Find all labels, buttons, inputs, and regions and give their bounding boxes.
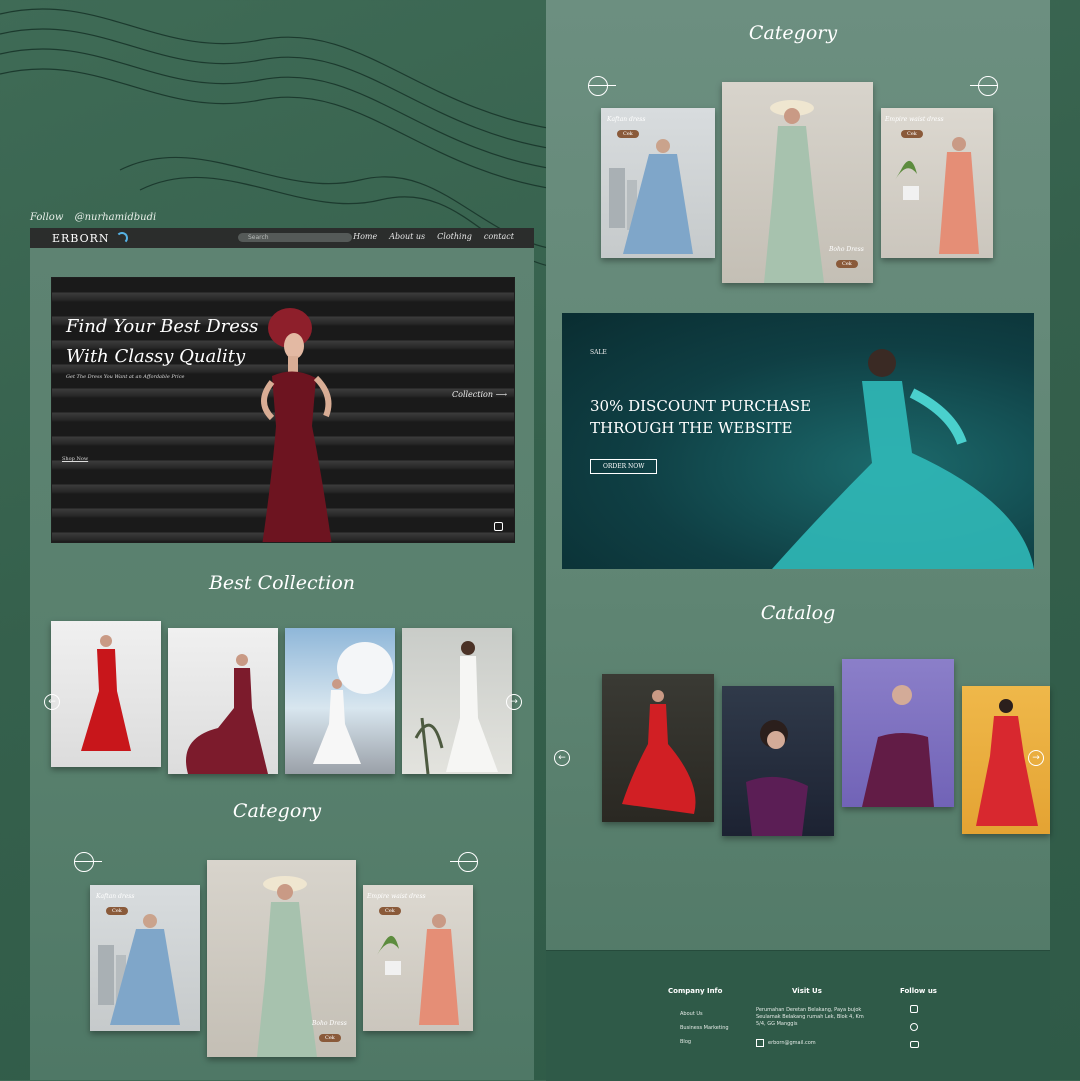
collection-card-2[interactable] xyxy=(168,628,278,774)
category-next-button-left[interactable] xyxy=(450,852,478,872)
footer-visit-us-title: Visit Us xyxy=(792,987,822,995)
left-page-mockup: ERBORN Search Home About us Clothing con… xyxy=(30,228,534,1080)
category-label: Boho Dress xyxy=(829,246,864,253)
category-next-button-right[interactable] xyxy=(970,76,998,96)
nav-link-about[interactable]: About us xyxy=(389,232,425,241)
cek-button[interactable]: Cek xyxy=(319,1034,341,1042)
discount-banner: SALE 30% DISCOUNT PURCHASE THROUGH THE W… xyxy=(562,313,1034,569)
cek-button[interactable]: Cek xyxy=(836,260,858,268)
cek-button[interactable]: Cek xyxy=(106,907,128,915)
footer: Company Info About Us Business Marketing… xyxy=(546,950,1050,1081)
white-gown-image xyxy=(313,642,393,764)
follow-handle[interactable]: @nurhamidbudi xyxy=(75,212,157,223)
plum-offshoulder-image xyxy=(862,685,934,807)
category-card-boho-left[interactable]: Boho Dress Cek xyxy=(207,860,356,1057)
footer-email[interactable]: erborn@gmail.com xyxy=(768,1040,816,1046)
discount-headline: 30% DISCOUNT PURCHASE THROUGH THE WEBSIT… xyxy=(590,395,820,439)
footer-company-info-title: Company Info xyxy=(668,987,723,995)
arrow-right-icon: → xyxy=(1032,753,1040,763)
nav-link-clothing[interactable]: Clothing xyxy=(437,232,472,241)
arrow-right-icon: → xyxy=(510,697,518,707)
category-label: Kaftan dress xyxy=(607,116,646,123)
category-title-right: Category xyxy=(748,22,838,44)
red-flowing-dress-image xyxy=(622,690,696,814)
best-collection-title: Best Collection xyxy=(208,572,356,594)
arrow-left-icon: ← xyxy=(558,753,566,763)
category-label: Empire waist dress xyxy=(367,893,426,900)
nav-links: Home About us Clothing contact xyxy=(353,232,514,241)
discount-line1: 30% DISCOUNT PURCHASE xyxy=(590,397,812,415)
youtube-icon[interactable] xyxy=(910,1041,919,1048)
tiktok-icon[interactable] xyxy=(910,1023,918,1031)
discount-line2: THROUGH THE WEBSITE xyxy=(590,419,793,437)
category-prev-button-left[interactable] xyxy=(74,852,102,872)
catalog-title: Catalog xyxy=(760,602,836,624)
arrow-left-icon: ← xyxy=(48,697,56,707)
nav-link-home[interactable]: Home xyxy=(353,232,377,241)
teal-gown-image xyxy=(772,349,1034,569)
cek-button[interactable]: Cek xyxy=(901,130,923,138)
hero-title: Find Your Best Dress With Classy Quality xyxy=(66,312,266,372)
order-now-button[interactable]: ORDER NOW xyxy=(590,459,658,474)
follow-line: Follow @nurhamidbudi xyxy=(30,212,164,223)
catalog-card-1[interactable] xyxy=(602,674,714,822)
catalog-card-3[interactable] xyxy=(842,659,954,807)
brand-mark-icon xyxy=(115,232,128,244)
brand-logo[interactable]: ERBORN xyxy=(52,232,110,245)
category-card-empire-left[interactable]: Empire waist dress Cek xyxy=(363,885,473,1031)
arrow-right-icon: ⟶ xyxy=(495,390,508,399)
white-mermaid-image xyxy=(414,641,498,774)
category-label: Kaftan dress xyxy=(96,893,135,900)
boho-dress-image xyxy=(257,876,317,1057)
right-page-mockup: Category Kaftan dress Cek Boho Dress Cek… xyxy=(546,0,1050,1081)
search-input[interactable]: Search xyxy=(238,233,352,242)
catalog-prev-button[interactable]: ← xyxy=(554,750,570,766)
collection-link[interactable]: Collection ⟶ xyxy=(452,390,507,399)
hero-subtitle: Get The Dress You Want at an Affordable … xyxy=(66,374,185,380)
instagram-icon[interactable] xyxy=(910,1005,918,1013)
sale-tag: SALE xyxy=(590,349,607,356)
collection-card-4[interactable] xyxy=(402,628,512,774)
footer-link-blog[interactable]: Blog xyxy=(680,1039,691,1045)
footer-link-about[interactable]: About Us xyxy=(680,1011,703,1017)
collection-prev-button[interactable]: ← xyxy=(44,694,60,710)
category-label: Empire waist dress xyxy=(885,116,944,123)
collection-label: Collection xyxy=(452,390,494,399)
nav-link-contact[interactable]: contact xyxy=(484,232,514,241)
mail-icon xyxy=(756,1039,764,1047)
catalog-next-button[interactable]: → xyxy=(1028,750,1044,766)
footer-link-business[interactable]: Business Marketing xyxy=(680,1025,729,1031)
cek-button[interactable]: Cek xyxy=(617,130,639,138)
hero-banner: Find Your Best Dress With Classy Quality… xyxy=(51,277,515,543)
instagram-icon[interactable] xyxy=(494,522,503,531)
hero-title-line2: With Classy Quality xyxy=(66,346,246,367)
footer-address: Perumahan Deretan Belakang, Paya bujok S… xyxy=(756,1007,864,1027)
collection-card-1[interactable] xyxy=(51,621,161,767)
maroon-gown-image xyxy=(186,654,268,774)
hero-title-line1: Find Your Best Dress xyxy=(66,316,259,337)
follow-label: Follow xyxy=(30,212,64,223)
category-card-empire-right[interactable]: Empire waist dress Cek xyxy=(881,108,993,258)
category-card-kaftan-right[interactable]: Kaftan dress Cek xyxy=(601,108,715,258)
collection-card-3[interactable] xyxy=(285,628,395,774)
empire-waist-dress-image xyxy=(895,137,979,254)
cek-button[interactable]: Cek xyxy=(379,907,401,915)
purple-dress-image xyxy=(746,720,808,836)
category-title-left: Category xyxy=(232,800,322,822)
collection-next-button[interactable]: → xyxy=(506,694,522,710)
category-prev-button-right[interactable] xyxy=(588,76,616,96)
footer-follow-us-title: Follow us xyxy=(900,987,937,995)
category-label: Boho Dress xyxy=(312,1020,347,1027)
red-dress-image xyxy=(81,635,131,751)
shop-now-link[interactable]: Shop Now xyxy=(62,456,88,462)
category-card-kaftan-left[interactable]: Kaftan dress Cek xyxy=(90,885,200,1031)
navbar: ERBORN Search Home About us Clothing con… xyxy=(30,228,534,248)
catalog-card-2[interactable] xyxy=(722,686,834,836)
category-card-boho-right[interactable]: Boho Dress Cek xyxy=(722,82,873,283)
